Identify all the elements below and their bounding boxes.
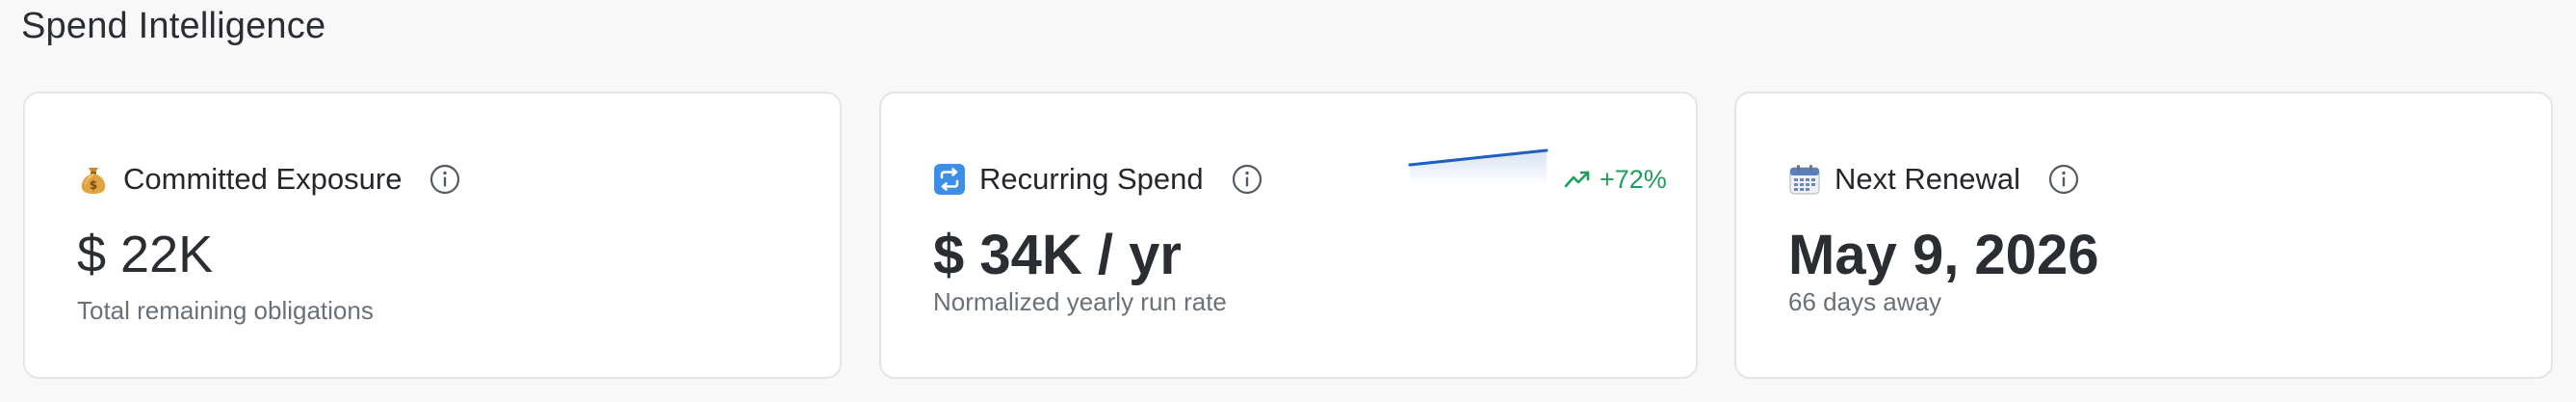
committed-exposure-value: $ 22K xyxy=(77,226,214,283)
next-renewal-date: May 9, 2026 xyxy=(1788,224,2099,286)
card-subtitle: Normalized yearly run rate xyxy=(933,287,1227,316)
recurring-spend-value: $ 34K / yr xyxy=(933,224,1182,286)
card-subtitle: 66 days away xyxy=(1788,287,1941,316)
card-header: $ Committed Exposure xyxy=(77,155,461,203)
calendar-icon xyxy=(1788,163,1821,196)
trend-value: +72% xyxy=(1600,164,1667,194)
card-label: Committed Exposure xyxy=(123,162,403,196)
trend-indicator: +72% xyxy=(1563,155,1667,203)
page-title: Spend Intelligence xyxy=(21,6,326,46)
money-bag-icon: $ xyxy=(77,163,110,196)
info-icon[interactable] xyxy=(2047,163,2080,196)
info-icon[interactable] xyxy=(429,163,461,196)
repeat-icon xyxy=(933,163,966,196)
svg-text:$: $ xyxy=(90,178,97,192)
kpi-cards: $ Committed Exposure $ 22K Total remaini… xyxy=(23,92,2554,379)
card-label: Recurring Spend xyxy=(979,162,1204,196)
card-label: Next Renewal xyxy=(1834,162,2020,196)
next-renewal-card: Next Renewal May 9, 2026 66 days away xyxy=(1734,92,2553,379)
card-header: Next Renewal xyxy=(1788,155,2080,203)
card-subtitle: Total remaining obligations xyxy=(77,296,374,325)
info-icon[interactable] xyxy=(1231,163,1263,196)
card-header: Recurring Spend xyxy=(933,155,1263,203)
trending-up-icon xyxy=(1563,165,1592,194)
committed-exposure-card: $ Committed Exposure $ 22K Total remaini… xyxy=(23,92,842,379)
recurring-spend-sparkline xyxy=(1408,148,1548,185)
recurring-spend-card: Recurring Spend +72% $ 34K / yr Normaliz… xyxy=(879,92,1698,379)
